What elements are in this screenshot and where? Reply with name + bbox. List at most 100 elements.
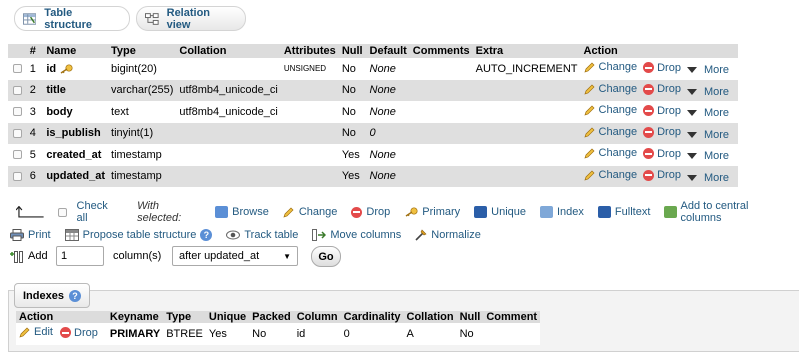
row-checkbox[interactable] xyxy=(12,107,22,117)
row-num: 6 xyxy=(29,170,36,183)
column-name[interactable]: updated_at xyxy=(43,166,108,188)
drop-link[interactable]: Drop xyxy=(643,148,681,160)
check-all-label[interactable]: Check all xyxy=(77,200,122,224)
change-label: Change xyxy=(598,168,638,181)
change-link[interactable]: Change xyxy=(583,104,637,116)
change-link[interactable]: Change xyxy=(583,126,637,138)
add-position-select[interactable]: after updated_at ▼ xyxy=(172,246,298,266)
bulk-fulltext-button[interactable]: Fulltext xyxy=(597,206,650,218)
col-header-comments[interactable]: Comments xyxy=(410,44,473,58)
arrow-up-left-icon xyxy=(16,206,44,218)
row-checkbox[interactable] xyxy=(12,171,22,181)
drop-link[interactable]: Drop xyxy=(643,62,681,74)
bulk-primary-button[interactable]: Primary xyxy=(404,206,460,218)
bulk-drop-button[interactable]: Drop xyxy=(351,206,390,218)
normalize-link[interactable]: Normalize xyxy=(415,229,481,241)
drop-label: Drop xyxy=(657,61,681,74)
index-edit-link[interactable]: Edit xyxy=(19,326,53,338)
column-name[interactable]: is_publish xyxy=(43,123,108,145)
bulk-browse-button[interactable]: Browse xyxy=(215,206,269,218)
col-header-null[interactable]: Null xyxy=(339,44,367,58)
check-all-checkbox[interactable] xyxy=(57,207,67,217)
tab-relation-view[interactable]: Relation view xyxy=(136,6,246,31)
print-label: Print xyxy=(28,229,51,241)
index-drop-link[interactable]: Drop xyxy=(60,327,98,339)
bulk-unique-button[interactable]: Unique xyxy=(474,206,526,218)
index-keyname: PRIMARY xyxy=(109,327,161,340)
more-menu[interactable]: More xyxy=(686,107,729,120)
change-link[interactable]: Change xyxy=(583,83,637,95)
row-actions: Change Drop More xyxy=(581,80,738,102)
row-num: 5 xyxy=(29,148,36,161)
drop-link[interactable]: Drop xyxy=(643,83,681,95)
central-columns-icon xyxy=(664,206,677,218)
col-header-name[interactable]: Name xyxy=(43,44,108,58)
drop-link[interactable]: Drop xyxy=(643,126,681,138)
column-attributes xyxy=(281,123,339,145)
move-columns-link[interactable]: Move columns xyxy=(312,229,401,241)
row-actions: Change Drop More xyxy=(581,58,738,80)
column-name[interactable]: title xyxy=(43,80,108,102)
drop-link[interactable]: Drop xyxy=(643,169,681,181)
column-collation: utf8mb4_unicode_ci xyxy=(179,84,278,97)
row-checkbox-cell xyxy=(8,58,27,80)
col-header-collation[interactable]: Collation xyxy=(176,44,280,58)
propose-structure-link[interactable]: Propose table structure ? xyxy=(64,229,213,241)
idx-header-comment: Comment xyxy=(486,311,538,323)
more-menu[interactable]: More xyxy=(686,128,729,141)
more-menu[interactable]: More xyxy=(686,150,729,162)
bulk-index-button[interactable]: Index xyxy=(540,206,584,218)
column-null: No xyxy=(341,84,356,97)
add-column-count-input[interactable] xyxy=(56,246,104,266)
structure-row: 5 created_at timestamp Yes None Change Drop Mor… xyxy=(8,144,738,166)
column-name[interactable]: id xyxy=(43,58,108,80)
row-checkbox[interactable] xyxy=(12,64,22,74)
help-icon[interactable]: ? xyxy=(200,229,213,241)
change-link[interactable]: Change xyxy=(583,147,637,159)
pencil-icon xyxy=(583,148,595,159)
more-menu[interactable]: More xyxy=(686,64,729,76)
change-link[interactable]: Change xyxy=(583,61,637,73)
column-extra xyxy=(473,123,581,145)
go-button[interactable]: Go xyxy=(311,246,341,267)
column-null: No xyxy=(341,105,356,118)
col-header-attributes[interactable]: Attributes xyxy=(281,44,339,58)
pencil-icon xyxy=(283,207,294,218)
col-header-extra[interactable]: Extra xyxy=(473,44,581,58)
more-menu[interactable]: More xyxy=(686,86,729,98)
column-name[interactable]: body xyxy=(43,101,108,123)
row-checkbox-cell xyxy=(8,80,27,102)
change-link[interactable]: Change xyxy=(583,168,638,181)
help-icon[interactable]: ? xyxy=(68,289,81,302)
index-icon xyxy=(540,206,553,218)
row-checkbox[interactable] xyxy=(12,150,22,160)
row-checkbox[interactable] xyxy=(12,85,22,95)
track-table-link[interactable]: Track table xyxy=(226,229,298,241)
table-tools-bar: Print Propose table structure ? Track ta… xyxy=(10,229,495,241)
browse-icon xyxy=(215,206,229,218)
col-header-num: # xyxy=(29,45,36,57)
more-label: More xyxy=(703,128,729,141)
bulk-add-to-central-columns-button[interactable]: Add to central columns xyxy=(664,200,785,224)
drop-link[interactable]: Drop xyxy=(643,105,681,117)
print-link[interactable]: Print xyxy=(10,229,51,241)
index-unique: Yes xyxy=(208,327,227,340)
bulk-action-items: Browse Change Drop Primary Unique Index Fullte… xyxy=(215,200,799,224)
bulk-change-button[interactable]: Change xyxy=(283,206,337,218)
more-label: More xyxy=(703,107,729,120)
structure-row: 6 updated_at timestamp Yes None Change Drop Mor… xyxy=(8,165,738,188)
col-header-default[interactable]: Default xyxy=(367,44,410,58)
col-header-type[interactable]: Type xyxy=(108,44,176,58)
column-type: bigint(20) xyxy=(111,62,157,75)
tab-table-structure[interactable]: Table structure xyxy=(14,6,130,31)
index-row: Edit Drop PRIMARY BTREE Yes No id 0 A No xyxy=(16,323,541,345)
indexes-header-row: Action Keyname Type Unique Packed Column… xyxy=(16,311,541,323)
structure-table: # Name Type Collation Attributes Null De… xyxy=(8,44,738,187)
row-checkbox[interactable] xyxy=(12,128,22,138)
drop-icon xyxy=(643,169,655,181)
add-unit-label: column(s) xyxy=(113,250,162,262)
more-menu[interactable]: More xyxy=(686,172,729,184)
dropdown-triangle-icon xyxy=(686,153,697,160)
idx-header-unique: Unique xyxy=(208,311,247,323)
column-name[interactable]: created_at xyxy=(43,144,108,166)
